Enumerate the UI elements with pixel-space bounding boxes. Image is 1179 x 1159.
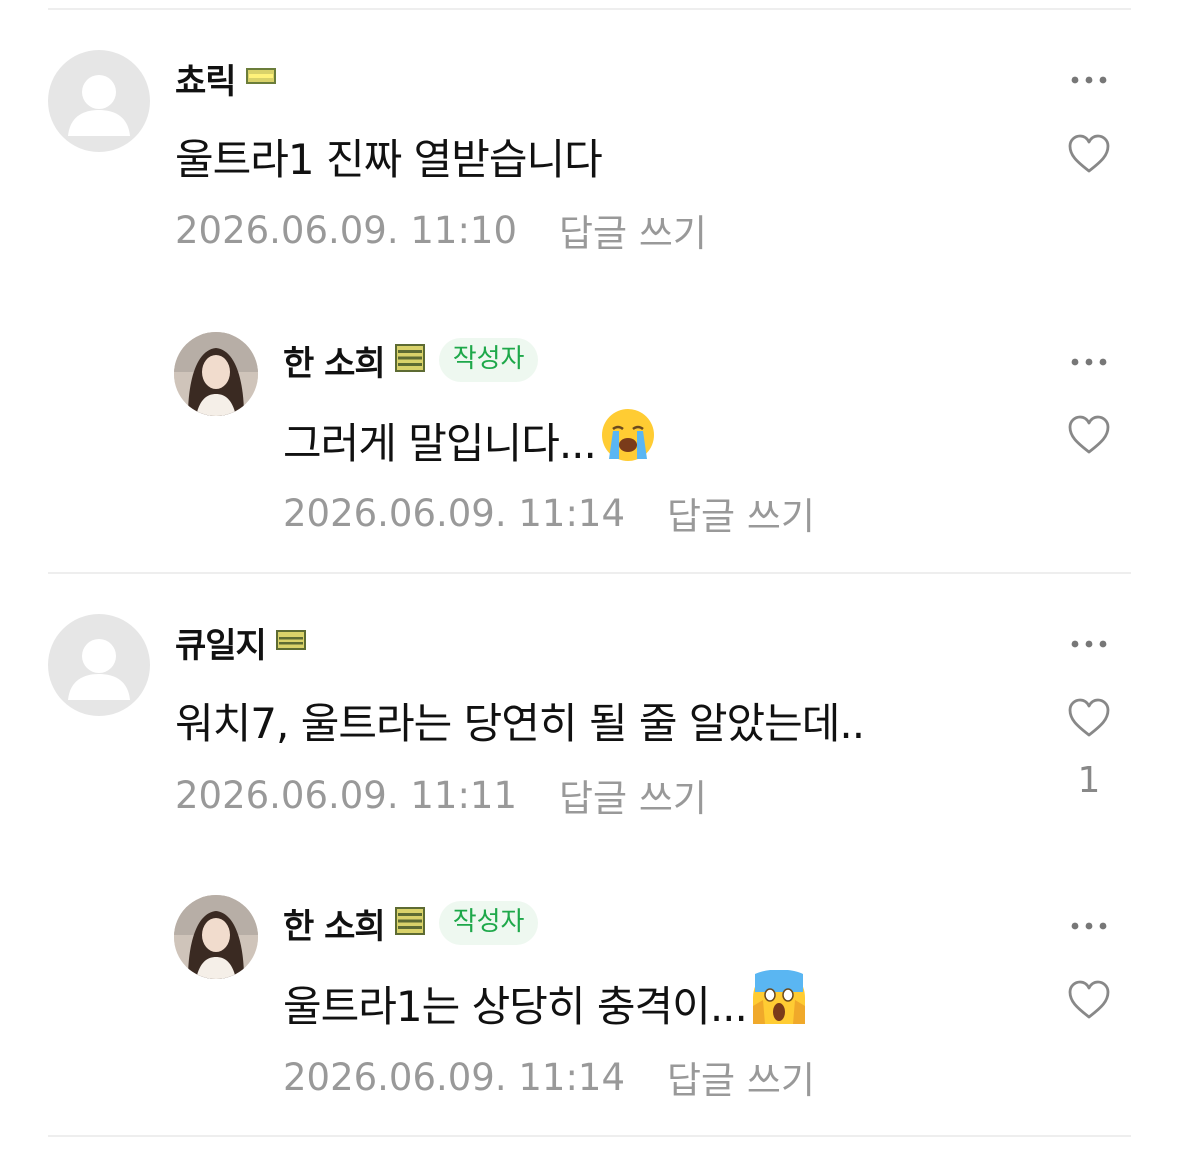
more-options-icon[interactable] — [1066, 352, 1112, 372]
heart-like-icon[interactable] — [1066, 979, 1112, 1021]
divider — [48, 1135, 1131, 1137]
divider — [48, 8, 1131, 10]
profile-photo-avatar[interactable] — [174, 332, 258, 416]
comment-text: 워치7, 울트라는 당연히 될 줄 알았는데.. — [175, 690, 865, 751]
reply-button[interactable]: 답글 쓰기 — [559, 768, 707, 822]
comment-text: 울트라1는 상당히 충격이... — [283, 969, 807, 1036]
author-tag-badge: 작성자 — [438, 901, 539, 945]
comment-date: 2026.06.09. 11:14 — [283, 1055, 625, 1099]
comment-text-content: 그러게 말입니다... — [283, 418, 597, 468]
comment-nickname[interactable]: 쵸릭 — [175, 54, 237, 103]
level-badge-icon — [394, 907, 425, 939]
reply-button[interactable]: 답글 쓰기 — [559, 203, 707, 257]
comment-text: 울트라1 진짜 열받습니다 — [175, 126, 603, 187]
comment-text-content: 울트라1는 상당히 충격이... — [283, 981, 748, 1031]
level-badge-icon — [394, 344, 425, 376]
comment-nickname[interactable]: 한 소희 — [283, 336, 386, 385]
default-avatar-icon[interactable] — [48, 614, 150, 716]
comment-text-content: 워치7, 울트라는 당연히 될 줄 알았는데.. — [175, 699, 865, 748]
default-avatar-icon[interactable] — [48, 50, 150, 152]
heart-like-icon[interactable] — [1066, 133, 1112, 175]
comment-text: 그러게 말입니다... — [283, 407, 656, 473]
divider — [48, 572, 1131, 574]
more-options-icon[interactable] — [1066, 70, 1112, 90]
comment-date: 2026.06.09. 11:10 — [175, 208, 517, 252]
comment-date: 2026.06.09. 11:11 — [175, 773, 517, 817]
comment-text-content: 울트라1 진짜 열받습니다 — [175, 135, 603, 184]
more-options-icon[interactable] — [1066, 916, 1112, 936]
like-count: 1 — [1077, 760, 1101, 801]
level-badge-icon — [245, 68, 276, 88]
reply-button[interactable]: 답글 쓰기 — [667, 1050, 815, 1104]
comment-nickname[interactable]: 한 소희 — [283, 899, 386, 948]
profile-photo-avatar[interactable] — [174, 895, 258, 979]
heart-like-icon[interactable] — [1066, 697, 1112, 739]
reply-button[interactable]: 답글 쓰기 — [667, 486, 815, 540]
screaming-face-icon — [751, 969, 807, 1036]
comment-nickname[interactable]: 큐일지 — [175, 618, 267, 667]
heart-like-icon[interactable] — [1066, 414, 1112, 456]
author-tag-badge: 작성자 — [438, 338, 539, 382]
comment-date: 2026.06.09. 11:14 — [283, 491, 625, 535]
more-options-icon[interactable] — [1066, 634, 1112, 654]
level-badge-icon — [275, 630, 306, 654]
loudly-crying-face-icon — [600, 407, 656, 473]
